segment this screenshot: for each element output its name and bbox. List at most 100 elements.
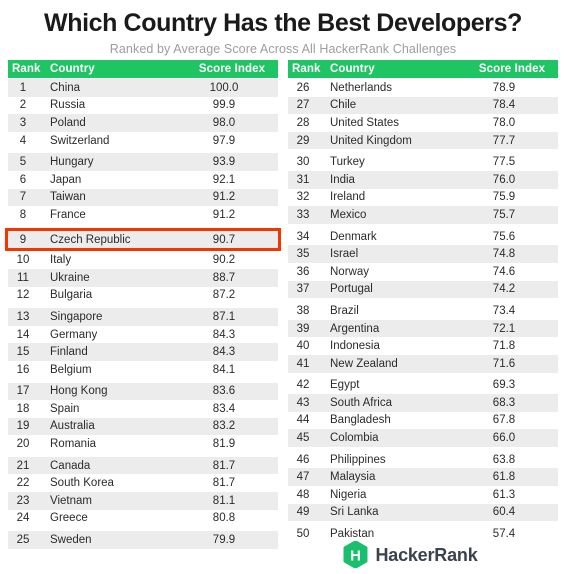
table-row: 21 Canada 81.7 — [8, 456, 278, 475]
cell-country: Hong Kong — [50, 385, 108, 398]
cell-score: 60.4 — [492, 506, 516, 519]
table-row-group: 1 China 100.0 2 Russia 99.9 3 Poland 98.0 4 Switze… — [8, 79, 278, 150]
table-row: 29 United Kingdom 77.7 — [288, 131, 558, 150]
table-row-group: 21 Canada 81.7 22 South Korea 81.7 23 Vietnam 81… — [8, 456, 278, 528]
hackerrank-logo: H HackerRank — [343, 540, 478, 569]
cell-rank: 43 — [296, 396, 310, 409]
hackerrank-hexagon-icon: H — [343, 540, 368, 569]
cell-rank: 11 — [17, 271, 29, 284]
table-row: 10 Italy 90.2 — [8, 251, 278, 269]
cell-score: 80.8 — [212, 512, 236, 525]
table-row: 8 France 91.2 — [8, 206, 278, 224]
table-row: 2 Russia 99.9 — [8, 96, 278, 115]
cell-country: Hungary — [50, 156, 94, 169]
cell-country: Finland — [50, 346, 88, 359]
cell-country: Mexico — [330, 208, 367, 221]
cell-rank: 18 — [16, 402, 30, 415]
cell-country: Canada — [50, 459, 91, 472]
cell-rank: 40 — [296, 340, 310, 353]
cell-country: Norway — [330, 265, 369, 278]
cell-rank: 15 — [16, 346, 30, 359]
cell-score: 77.5 — [492, 156, 516, 169]
cell-country: Russia — [50, 99, 86, 112]
cell-country: Colombia — [330, 432, 379, 445]
cell-score: 68.3 — [492, 396, 516, 409]
cell-country: Egypt — [330, 379, 360, 392]
cell-country: Indonesia — [330, 340, 380, 353]
cell-country: Greece — [50, 512, 88, 525]
column-header-country: Country — [50, 63, 95, 75]
table-row-group: 9 Czech Republic 90.7 10 Italy 90.2 11 Ukraine 8… — [5, 227, 281, 305]
table-row: 41 New Zealand 71.6 — [288, 354, 558, 373]
cell-score: 83.4 — [212, 402, 236, 415]
cell-rank: 9 — [19, 233, 27, 246]
cell-rank: 50 — [296, 528, 310, 541]
table-row: 19 Australia 83.2 — [8, 417, 278, 436]
cell-score: 75.6 — [492, 230, 516, 243]
cell-score: 61.8 — [492, 471, 516, 484]
table-row: 15 Finland 84.3 — [8, 343, 278, 361]
hackerrank-logo-text: HackerRank — [375, 544, 478, 565]
table-row: 37 Portugal 74.2 — [288, 280, 558, 299]
cell-rank: 20 — [16, 438, 30, 451]
cell-rank: 31 — [296, 173, 310, 186]
cell-country: Italy — [50, 254, 72, 267]
cell-score: 74.8 — [492, 248, 516, 261]
cell-rank: 17 — [16, 385, 30, 398]
table-row: 14 Germany 84.3 — [8, 325, 278, 344]
cell-score: 98.0 — [212, 116, 236, 129]
table-row: 26 Netherlands 78.9 — [288, 79, 558, 97]
cell-rank: 35 — [296, 248, 310, 261]
cell-rank: 39 — [296, 322, 310, 335]
cell-country: Portugal — [330, 283, 373, 296]
table-row: 13 Singapore 87.1 — [8, 308, 278, 326]
cell-country: Turkey — [330, 156, 365, 169]
table-row: 17 Hong Kong 83.6 — [8, 382, 278, 401]
cell-country: Poland — [50, 116, 86, 129]
cell-score: 78.4 — [492, 99, 516, 112]
cell-score: 72.1 — [492, 322, 516, 335]
table-row-group: 13 Singapore 87.1 14 Germany 84.3 15 Finland 84.… — [8, 308, 278, 379]
cell-score: 71.6 — [492, 357, 516, 370]
cell-score: 78.9 — [492, 81, 516, 94]
cell-rank: 47 — [296, 471, 310, 484]
cell-score: 87.2 — [212, 289, 236, 302]
cell-country: United States — [330, 116, 400, 129]
cell-country: South Korea — [50, 477, 114, 490]
table-header-right: Rank Country Score Index — [288, 60, 558, 78]
cell-country: Taiwan — [50, 191, 86, 204]
cell-score: 57.4 — [492, 528, 516, 541]
cell-country: New Zealand — [330, 357, 398, 370]
table-row-group: 26 Netherlands 78.9 27 Chile 78.4 28 United Sta… — [288, 79, 558, 150]
cell-score: 63.8 — [492, 453, 516, 466]
rankings-tables: Rank Country Score Index 1 China 100.0 2 Rus… — [0, 60, 566, 553]
table-row: 46 Philippines 63.8 — [288, 450, 558, 469]
cell-score: 100.0 — [209, 81, 239, 94]
cell-rank: 37 — [296, 283, 310, 296]
cell-rank: 24 — [16, 512, 30, 525]
table-row: 12 Bulgaria 87.2 — [8, 286, 278, 305]
cell-country: United Kingdom — [330, 134, 412, 147]
cell-rank: 1 — [19, 81, 27, 94]
cell-score: 75.7 — [492, 208, 516, 221]
cell-rank: 8 — [19, 208, 27, 221]
cell-rank: 5 — [19, 156, 27, 169]
cell-country: Netherlands — [330, 81, 393, 94]
table-row: 3 Poland 98.0 — [8, 114, 278, 132]
table-row: 45 Colombia 66.0 — [288, 429, 558, 447]
cell-rank: 19 — [16, 420, 30, 433]
cell-rank: 13 — [16, 310, 30, 323]
cell-score: 71.8 — [492, 340, 516, 353]
table-row: 31 India 76.0 — [288, 170, 558, 189]
table-row: 4 Switzerland 97.9 — [8, 131, 278, 150]
cell-rank: 28 — [296, 116, 310, 129]
cell-rank: 22 — [16, 477, 30, 490]
cell-country: Chile — [330, 99, 357, 112]
table-row: 49 Sri Lanka 60.4 — [288, 503, 558, 522]
page-title: Which Country Has the Best Developers? — [44, 9, 522, 37]
table-row: 39 Argentina 72.1 — [288, 319, 558, 338]
table-row: 22 South Korea 81.7 — [8, 474, 278, 493]
cell-score: 76.0 — [492, 173, 516, 186]
table-row: 36 Norway 74.6 — [288, 262, 558, 281]
table-row-group: 30 Turkey 77.5 31 India 76.0 32 Ireland 75.9 33 Me… — [288, 153, 558, 224]
